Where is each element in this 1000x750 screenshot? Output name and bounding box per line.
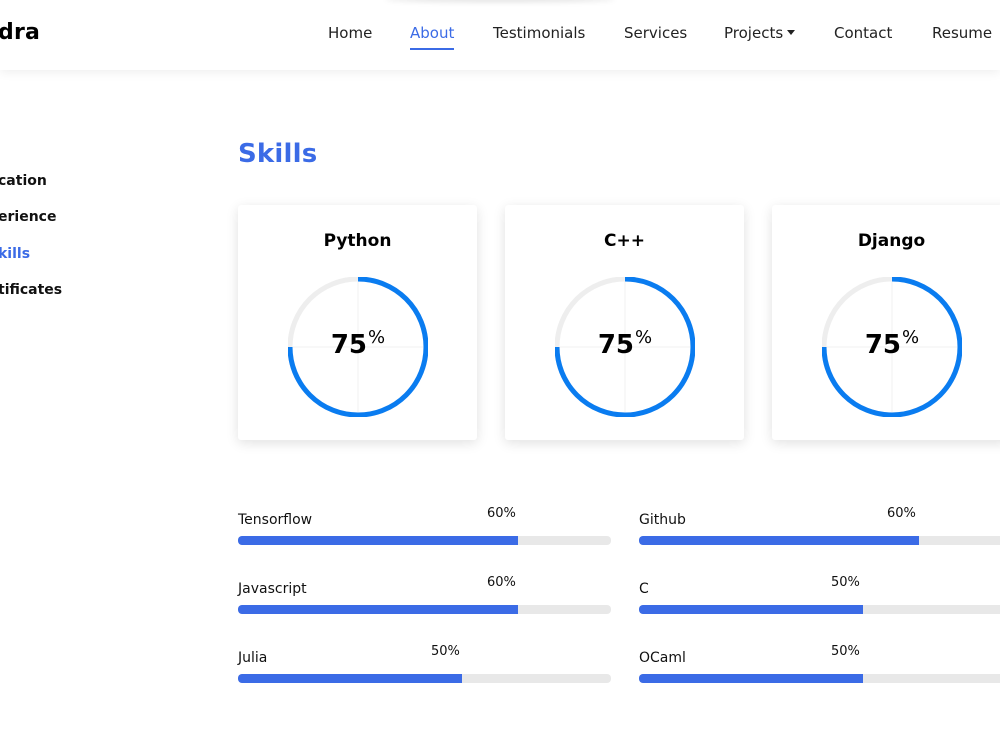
skill-card: Django 75% [772, 205, 1000, 440]
skill-bar-fill [639, 536, 919, 545]
skill-progress-ring: 75% [554, 276, 696, 418]
skill-card-title: C++ [604, 231, 645, 251]
sidebar-item-education[interactable]: cation [0, 173, 47, 189]
skill-bar-label: Tensorflow [238, 512, 313, 528]
caret-down-icon [787, 30, 796, 35]
sidebar-item-skills[interactable]: kills [0, 246, 30, 262]
skill-bar-label: OCaml [639, 650, 686, 666]
nav-item-projects[interactable]: Projects [724, 24, 796, 42]
sidebar-item-certificates[interactable]: tificates [0, 282, 62, 298]
skill-percentage: 75% [330, 327, 386, 360]
skill-card-title: Python [323, 231, 392, 251]
nav-item-testimonials[interactable]: Testimonials [493, 24, 585, 42]
skill-bar-label: Github [639, 512, 686, 528]
skill-bar-track [238, 536, 611, 545]
skill-card: C++ 75% [505, 205, 744, 440]
nav-item-home[interactable]: Home [328, 24, 372, 42]
nav-active-underline [410, 48, 455, 50]
section-title: Skills [238, 139, 318, 169]
skill-bar-track [238, 605, 611, 614]
skill-percentage: 75% [864, 327, 920, 360]
skill-progress-ring: 75% [821, 276, 963, 418]
skill-bar-fill [238, 605, 518, 614]
skill-bar-percentage: 50% [831, 575, 860, 590]
skill-bar-track [639, 605, 1000, 614]
skill-bar-percentage: 50% [831, 644, 860, 659]
skill-bar-percentage: 60% [487, 506, 516, 521]
site-header: dra Home About Testimonials Services Pro… [0, 0, 1000, 70]
skill-bar-track [238, 674, 611, 683]
skill-bar-fill [639, 605, 863, 614]
skill-bar-label: C [639, 581, 649, 597]
skill-bar-fill [238, 536, 518, 545]
skill-bar-percentage: 60% [887, 506, 916, 521]
skill-bar-label: Julia [238, 650, 268, 666]
skill-progress-ring: 75% [287, 276, 429, 418]
nav-item-resume[interactable]: Resume [932, 24, 992, 42]
skill-bar-track [639, 536, 1000, 545]
skill-card: Python 75% [238, 205, 477, 440]
skill-bar-label: Javascript [238, 581, 307, 597]
skill-bar-percentage: 50% [431, 644, 460, 659]
skill-bar-fill [238, 674, 462, 683]
skill-bar-fill [639, 674, 863, 683]
sidebar-item-experience[interactable]: erience [0, 209, 56, 225]
nav-item-contact[interactable]: Contact [834, 24, 892, 42]
skill-card-title: Django [857, 231, 926, 251]
skill-bar-track [639, 674, 1000, 683]
skill-percentage: 75% [597, 327, 653, 360]
nav-item-about[interactable]: About [410, 24, 455, 50]
skill-bar-percentage: 60% [487, 575, 516, 590]
nav-item-services[interactable]: Services [624, 24, 687, 42]
main-nav: Home About Testimonials Services Project… [0, 24, 1000, 54]
